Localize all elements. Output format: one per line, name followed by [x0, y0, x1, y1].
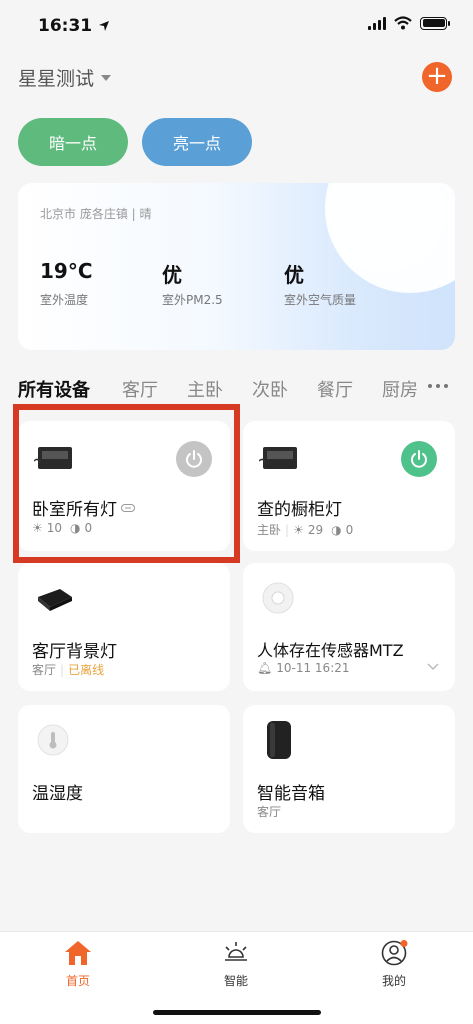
- scene-dim-button[interactable]: 暗一点: [18, 118, 128, 166]
- tab-dining-room[interactable]: 餐厅: [317, 376, 353, 402]
- smart-speaker-icon: [267, 721, 291, 759]
- scene-brighten-button[interactable]: 亮一点: [142, 118, 252, 166]
- nav-item-home[interactable]: 首页: [38, 940, 118, 989]
- outdoor-temperature-value: 19°C: [40, 259, 93, 283]
- thermometer-sensor-icon: [37, 724, 69, 756]
- chevron-down-icon[interactable]: [427, 663, 439, 671]
- nav-label-home: 首页: [65, 974, 90, 988]
- device-room: 主卧: [257, 523, 282, 537]
- device-meta: 客厅 | 已离线: [32, 662, 105, 678]
- home-icon: [65, 941, 91, 965]
- device-name: 客厅背景灯: [32, 642, 117, 662]
- color-temp-icon: ◑: [331, 522, 342, 537]
- weather-cloud-decoration: [325, 183, 455, 293]
- tab-master-bedroom[interactable]: 主卧: [187, 376, 223, 402]
- color-temp-value: 0: [345, 522, 354, 537]
- device-card-living-room-backlight[interactable]: 客厅背景灯 客厅 | 已离线: [18, 563, 230, 691]
- device-meta: 🔔︎ 10-11 16:21: [257, 661, 350, 675]
- nav-label-smart: 智能: [223, 974, 248, 988]
- brightness-icon: ☀: [293, 522, 304, 537]
- home-name: 星星测试: [18, 68, 95, 90]
- tab-kitchen[interactable]: 厨房: [382, 376, 420, 402]
- device-card-cabinet-light[interactable]: 查的橱柜灯 主卧 | ☀ 29 ◑ 0: [243, 421, 455, 551]
- device-room: 客厅: [32, 663, 57, 677]
- highlight-box: [13, 404, 240, 563]
- caret-down-icon: [101, 74, 112, 81]
- led-controller-icon: [38, 589, 72, 611]
- weather-card[interactable]: 北京市 庞各庄镇 | 晴 19°C 室外温度 优 室外PM2.5 优 室外空气质…: [18, 183, 455, 350]
- weather-location: 北京市 庞各庄镇 | 晴: [40, 207, 152, 221]
- device-card-presence-sensor[interactable]: 人体存在传感器MTZ 🔔︎ 10-11 16:21: [243, 563, 455, 691]
- home-selector[interactable]: 星星测试: [18, 64, 112, 91]
- air-quality-value: 优: [284, 263, 304, 287]
- device-card-thermo-hygrometer[interactable]: 温湿度: [18, 705, 230, 833]
- profile-icon: [381, 940, 408, 966]
- tab-all-devices[interactable]: 所有设备: [18, 376, 90, 402]
- device-meta: 客厅: [257, 803, 281, 820]
- light-controller-icon: [259, 447, 297, 469]
- tab-second-bedroom[interactable]: 次卧: [252, 376, 288, 402]
- device-name: 智能音箱: [257, 784, 325, 804]
- more-tabs-icon[interactable]: [428, 384, 448, 388]
- device-room: 客厅: [257, 805, 282, 819]
- nav-label-profile: 我的: [381, 974, 406, 988]
- nav-item-profile[interactable]: 我的: [354, 940, 434, 989]
- outdoor-temperature-label: 室外温度: [40, 293, 89, 307]
- last-trigger-time: 10-11 16:21: [276, 661, 350, 675]
- offline-status: 已离线: [68, 663, 105, 677]
- sun-icon: [225, 942, 247, 961]
- wifi-icon: [394, 16, 412, 30]
- brightness-value: 29: [307, 522, 324, 537]
- status-icons: [368, 16, 450, 30]
- pm25-label: 室外PM2.5: [162, 293, 223, 307]
- presence-sensor-icon: [262, 582, 294, 614]
- status-time: 16:31: [38, 16, 110, 36]
- bell-icon: 🔔︎: [257, 661, 273, 675]
- pm25-value: 优: [162, 263, 182, 287]
- power-toggle-button[interactable]: [401, 441, 437, 477]
- home-indicator: [153, 1010, 321, 1015]
- device-meta: 主卧 | ☀ 29 ◑ 0: [257, 522, 354, 538]
- power-icon: [411, 450, 427, 468]
- device-name: 温湿度: [32, 784, 83, 804]
- nav-item-smart[interactable]: 智能: [196, 940, 276, 989]
- device-name: 人体存在传感器MTZ: [257, 641, 404, 660]
- location-arrow-icon: [99, 21, 110, 31]
- device-name: 查的橱柜灯: [257, 500, 342, 520]
- cellular-signal-icon: [368, 16, 386, 30]
- add-device-button[interactable]: +: [422, 62, 452, 92]
- air-quality-label: 室外空气质量: [284, 293, 357, 307]
- tab-living-room[interactable]: 客厅: [122, 376, 158, 402]
- device-card-smart-speaker[interactable]: 智能音箱 客厅: [243, 705, 455, 833]
- battery-icon: [420, 16, 450, 30]
